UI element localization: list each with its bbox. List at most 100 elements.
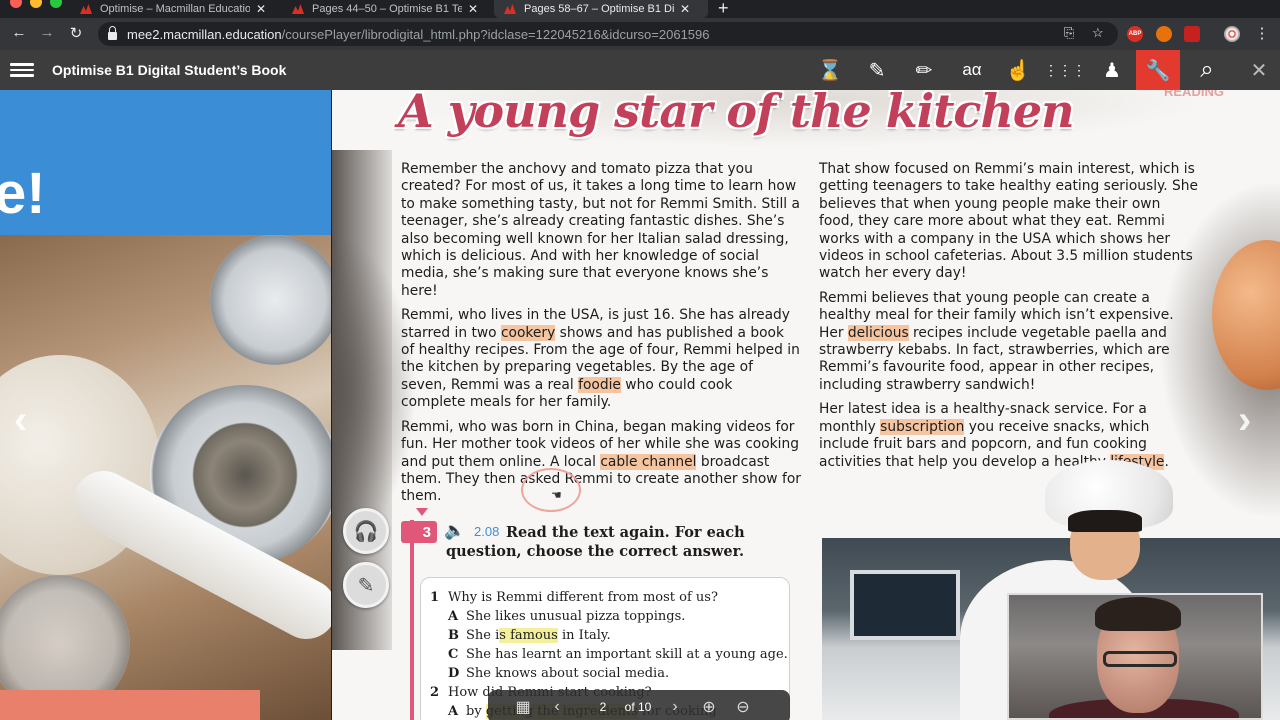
current-page-number[interactable]: 2 [588, 700, 618, 714]
browser-menu-icon[interactable]: ⋮ [1252, 24, 1272, 42]
browser-tab-2[interactable]: Pages 44–50 – Optimise B1 Te ✕ [282, 0, 492, 18]
pointer-tool-icon[interactable]: ☝ [996, 50, 1040, 90]
left-page-footer-block [0, 690, 260, 720]
previous-page-icon[interactable]: ‹ [540, 698, 574, 716]
banner-text: e! [0, 161, 46, 226]
paragraph-text: Remember the anchovy and tomato pizza th… [401, 161, 800, 299]
article-paragraph: That show focused on Remmi’s main intere… [819, 161, 1199, 283]
page-navigation-bar: ▦ ‹ 2 of 10 › ⊕ ⊖ [488, 690, 790, 720]
article-column-left: Remember the anchovy and tomato pizza th… [401, 161, 801, 513]
glossary-word[interactable]: delicious [847, 324, 909, 341]
url-path: /coursePlayer/librodigital_html.php?idcl… [281, 26, 710, 42]
left-page: e! [0, 90, 331, 720]
article-paragraph: Her latest idea is a healthy-snack servi… [819, 401, 1199, 471]
close-tool-icon[interactable]: ✕ [1237, 50, 1280, 90]
option-text: She knows about social media. [466, 666, 670, 681]
translate-icon[interactable]: ⎘ [1064, 25, 1074, 41]
pen-tool-icon[interactable]: ✎ [855, 50, 899, 90]
chef-hair [1068, 510, 1142, 532]
shrimp-shape [180, 420, 310, 530]
option-text: in Italy. [557, 628, 611, 643]
zoom-out-icon[interactable]: ⊖ [726, 697, 760, 717]
audio-speaker-icon[interactable]: 🔈 [444, 521, 465, 541]
window-zoom-dot[interactable] [50, 0, 62, 8]
question-number: 2 [430, 685, 440, 700]
glossary-word[interactable]: foodie [578, 376, 621, 393]
notes-icon[interactable]: ✎ [343, 562, 389, 608]
url-host: mee2.macmillan.education [127, 26, 282, 42]
paragraph-text: That show focused on Remmi’s main intere… [819, 161, 1198, 282]
macmillan-favicon-icon [292, 4, 304, 14]
new-tab-button[interactable]: + [718, 0, 729, 19]
option-text: She has learnt an important skill at a y… [466, 647, 788, 662]
answer-option[interactable]: D She knows about social media. [430, 664, 790, 683]
exercise-marker [416, 508, 428, 516]
macmillan-favicon-icon [504, 4, 516, 14]
question-text: Why is Remmi different from most of us? [448, 590, 718, 605]
hamburger-menu-icon[interactable] [10, 63, 34, 77]
previous-page-arrow-icon[interactable]: ‹ [14, 398, 27, 443]
wrench-tool-icon[interactable]: 🔧 [1136, 50, 1180, 90]
tab-close-icon[interactable]: ✕ [256, 2, 266, 16]
zoom-in-icon[interactable]: ⊕ [692, 697, 726, 717]
option-letter: A [448, 704, 459, 719]
cooking-photo [0, 235, 331, 720]
hand-cursor-icon: ☚ [551, 488, 562, 502]
app-toolbar: Optimise B1 Digital Student’s Book ⌛ ✎ ✏… [0, 50, 1280, 90]
url-bar[interactable]: mee2.macmillan.education/coursePlayer/li… [98, 22, 1118, 46]
paragraph-text: . [1164, 453, 1169, 470]
next-page-icon[interactable]: › [658, 698, 692, 716]
window-close-dot[interactable] [10, 0, 22, 8]
flag-extension-icon[interactable] [1184, 26, 1200, 42]
marker-tool-icon[interactable]: ✏ [902, 50, 946, 90]
exercise-rule [410, 520, 414, 720]
question-row: 1 Why is Remmi different from most of us? [430, 588, 790, 607]
answer-option[interactable]: C She has learnt an important skill at a … [430, 645, 790, 664]
audio-track-number[interactable]: 2.08 [474, 524, 499, 539]
back-arrow-icon[interactable]: ← [9, 24, 29, 41]
option-letter: D [448, 666, 460, 681]
tab-close-icon[interactable]: ✕ [680, 2, 690, 16]
answer-option[interactable]: B She is famous in Italy. [430, 626, 790, 645]
tab-close-icon[interactable]: ✕ [468, 2, 478, 16]
forward-arrow-icon[interactable]: → [37, 24, 57, 41]
option-text: She i [466, 628, 500, 643]
article-paragraph: Remmi, who was born in China, began maki… [401, 419, 801, 506]
glossary-word[interactable]: cable channel [600, 453, 697, 470]
browser-tab-strip: Optimise – Macmillan Education ✕ Pages 4… [0, 0, 1280, 18]
answer-option[interactable]: A She likes unusual pizza toppings. [430, 607, 790, 626]
tab-title: Optimise – Macmillan Education [100, 3, 250, 15]
kitchen-window [850, 570, 960, 640]
option-text: She likes unusual pizza toppings. [466, 609, 686, 624]
next-page-arrow-icon[interactable]: › [1238, 398, 1251, 443]
bookmark-star-icon[interactable]: ☆ [1092, 25, 1104, 41]
option-letter: B [448, 628, 459, 643]
glossary-word[interactable]: subscription [880, 418, 965, 435]
hourglass-tool-icon[interactable]: ⌛ [808, 50, 852, 90]
tab-title: Pages 58–67 – Optimise B1 Dig [524, 3, 674, 15]
profile-avatar[interactable] [1224, 26, 1240, 42]
article-title: A young star of the kitchen [398, 90, 1075, 138]
thumbnails-grid-icon[interactable]: ▦ [506, 697, 540, 717]
glossary-word[interactable]: cookery [500, 324, 556, 341]
presenter-glasses [1103, 651, 1177, 667]
option-letter: A [448, 609, 459, 624]
reload-icon[interactable]: ↻ [66, 24, 86, 42]
grid-tool-icon[interactable]: ⋮⋮⋮ [1043, 50, 1087, 90]
person-tool-icon[interactable]: ♟ [1090, 50, 1134, 90]
text-size-tool-icon[interactable]: aα [950, 50, 994, 90]
search-tool-icon[interactable]: ⌕ [1185, 50, 1229, 90]
fire-extension-icon[interactable] [1156, 26, 1172, 42]
book-title: Optimise B1 Digital Student’s Book [52, 62, 287, 78]
headphones-icon[interactable]: 🎧 [343, 508, 389, 554]
question-number: 1 [430, 590, 440, 605]
window-minimize-dot[interactable] [30, 0, 42, 8]
article-paragraph: Remember the anchovy and tomato pizza th… [401, 161, 801, 300]
lock-icon [108, 25, 117, 40]
browser-tab-1[interactable]: Optimise – Macmillan Education ✕ [70, 0, 280, 18]
browser-tab-3[interactable]: Pages 58–67 – Optimise B1 Dig ✕ [494, 0, 708, 18]
adblock-extension-icon[interactable]: ABP [1127, 26, 1143, 42]
total-pages: of 10 [624, 700, 652, 714]
section-label: READING [1164, 90, 1224, 99]
flour-bowl [210, 235, 331, 365]
